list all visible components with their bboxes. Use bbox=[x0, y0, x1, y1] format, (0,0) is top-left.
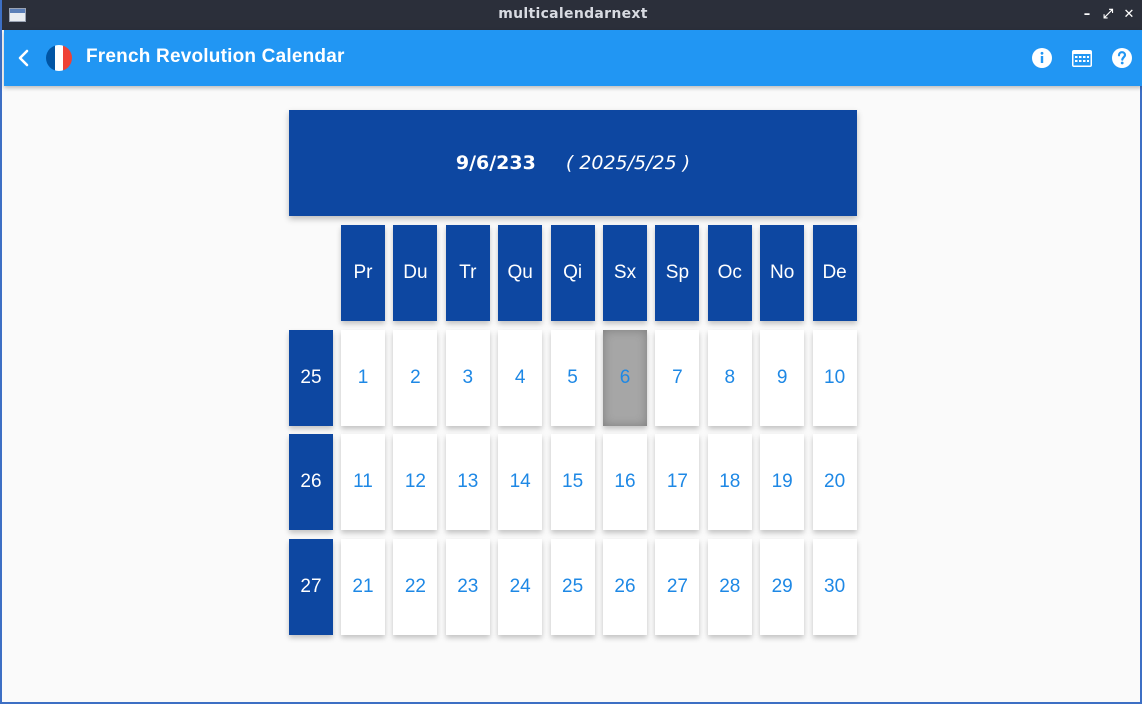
day-cell[interactable]: 26 bbox=[603, 538, 647, 635]
day-cell[interactable]: 7 bbox=[655, 329, 700, 426]
day-cell[interactable]: 21 bbox=[341, 538, 385, 635]
app-bar: French Revolution Calendar bbox=[4, 30, 1142, 86]
arrow-back-icon bbox=[18, 49, 29, 67]
day-cell[interactable]: 15 bbox=[550, 434, 595, 531]
weekday-header: Qi bbox=[550, 225, 595, 321]
day-cell[interactable]: 28 bbox=[707, 538, 752, 635]
close-button[interactable]: ✕ bbox=[1121, 6, 1137, 24]
weekday-header: Sx bbox=[603, 225, 647, 321]
help-icon bbox=[1112, 48, 1132, 68]
calendar-header: 9/6/233 ( 2025/5/25 ) bbox=[289, 110, 857, 216]
day-cell[interactable]: 8 bbox=[707, 329, 752, 426]
maximize-button[interactable]: ⤢ bbox=[1100, 6, 1116, 24]
day-cell[interactable]: 4 bbox=[498, 329, 543, 426]
day-cell[interactable]: 10 bbox=[812, 329, 857, 426]
day-cell[interactable]: 30 bbox=[812, 538, 857, 635]
day-cell[interactable]: 20 bbox=[812, 434, 857, 531]
weekday-header: De bbox=[812, 225, 857, 321]
day-cell[interactable]: 12 bbox=[393, 434, 438, 531]
info-icon bbox=[1032, 48, 1052, 68]
day-cell[interactable]: 27 bbox=[655, 538, 700, 635]
minimize-button[interactable]: – bbox=[1079, 6, 1095, 24]
help-button[interactable] bbox=[1110, 46, 1134, 70]
info-button[interactable] bbox=[1030, 46, 1054, 70]
day-cell[interactable]: 14 bbox=[498, 434, 543, 531]
page-title: French Revolution Calendar bbox=[86, 46, 345, 67]
day-cell[interactable]: 16 bbox=[603, 434, 647, 531]
day-cell[interactable]: 19 bbox=[760, 434, 805, 531]
app-window: multicalendarnext – ⤢ ✕ French Revolutio… bbox=[0, 0, 1142, 704]
week-number: 25 bbox=[289, 329, 333, 426]
day-cell[interactable]: 29 bbox=[760, 538, 805, 635]
day-cell[interactable]: 17 bbox=[655, 434, 700, 531]
selected-day-cell[interactable]: 6 bbox=[603, 329, 647, 426]
weekday-header: Du bbox=[393, 225, 438, 321]
day-cell[interactable]: 1 bbox=[341, 329, 385, 426]
day-cell[interactable]: 9 bbox=[760, 329, 805, 426]
weekday-header: Oc bbox=[707, 225, 752, 321]
day-cell[interactable]: 11 bbox=[341, 434, 385, 531]
window-title: multicalendarnext bbox=[498, 6, 648, 22]
calendar-today-icon bbox=[1072, 50, 1092, 67]
back-button[interactable] bbox=[10, 44, 38, 72]
day-cell[interactable]: 22 bbox=[393, 538, 438, 635]
day-cell[interactable]: 18 bbox=[707, 434, 752, 531]
france-flag-icon bbox=[46, 45, 72, 71]
weekday-header: No bbox=[760, 225, 805, 321]
day-cell[interactable]: 23 bbox=[445, 538, 490, 635]
revolutionary-date: 9/6/233 bbox=[455, 152, 536, 174]
day-cell[interactable]: 5 bbox=[550, 329, 595, 426]
weekday-header: Pr bbox=[341, 225, 385, 321]
day-cell[interactable]: 13 bbox=[445, 434, 490, 531]
day-cell[interactable]: 25 bbox=[550, 538, 595, 635]
weekday-header: Qu bbox=[498, 225, 543, 321]
gregorian-date: ( 2025/5/25 ) bbox=[565, 152, 691, 174]
window-titlebar[interactable]: multicalendarnext – ⤢ ✕ bbox=[2, 0, 1142, 30]
weekday-header: Tr bbox=[445, 225, 490, 321]
day-cell[interactable]: 3 bbox=[445, 329, 490, 426]
weekday-header: Sp bbox=[655, 225, 700, 321]
week-number: 27 bbox=[289, 538, 333, 635]
day-cell[interactable]: 2 bbox=[393, 329, 438, 426]
today-button[interactable] bbox=[1070, 46, 1094, 70]
day-cell[interactable]: 24 bbox=[498, 538, 543, 635]
week-number: 26 bbox=[289, 434, 333, 531]
